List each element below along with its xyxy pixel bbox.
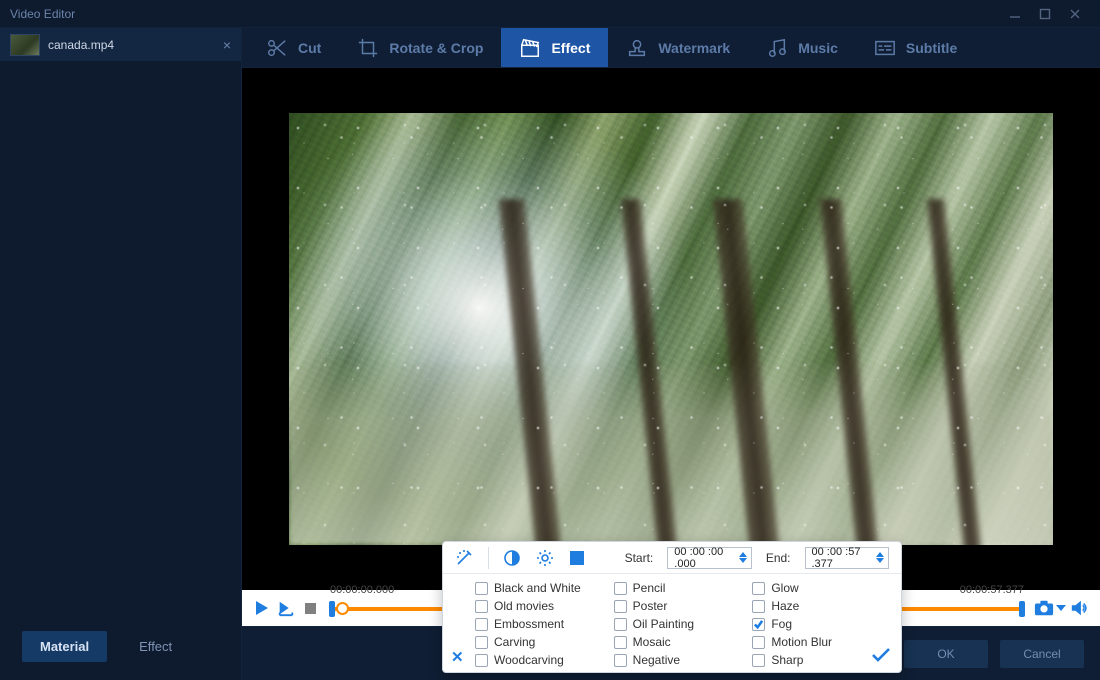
end-time-label: End: bbox=[766, 551, 791, 565]
stamp-icon bbox=[626, 37, 648, 59]
effect-option-mosaic[interactable]: Mosaic bbox=[614, 634, 753, 650]
effect-option-label: Motion Blur bbox=[771, 635, 832, 649]
toolbar: Cut Rotate & Crop Effect Watermark bbox=[242, 28, 1100, 68]
effect-option-label: Negative bbox=[633, 653, 680, 667]
checkbox[interactable] bbox=[752, 636, 765, 649]
effect-option-oil-painting[interactable]: Oil Painting bbox=[614, 616, 753, 632]
tool-watermark[interactable]: Watermark bbox=[608, 28, 748, 67]
titlebar: Video Editor bbox=[0, 0, 1100, 28]
effect-option-fog[interactable]: Fog bbox=[752, 616, 891, 632]
effect-option-label: Fog bbox=[771, 617, 792, 631]
effect-option-label: Glow bbox=[771, 581, 798, 595]
effect-option-haze[interactable]: Haze bbox=[752, 598, 891, 614]
tool-effect[interactable]: Effect bbox=[501, 28, 608, 67]
file-thumbnail bbox=[10, 34, 40, 56]
checkbox[interactable] bbox=[614, 600, 627, 613]
effect-option-label: Haze bbox=[771, 599, 799, 613]
scissors-icon bbox=[266, 37, 288, 59]
file-tab-close-icon[interactable]: × bbox=[223, 37, 231, 53]
end-time-spinner[interactable] bbox=[876, 552, 884, 563]
effect-option-label: Mosaic bbox=[633, 635, 671, 649]
start-time-input[interactable]: 00 :00 :00 .000 bbox=[667, 547, 752, 569]
color-fill-button[interactable] bbox=[568, 547, 587, 569]
effect-option-label: Woodcarving bbox=[494, 653, 564, 667]
checkbox[interactable] bbox=[475, 636, 488, 649]
note-icon bbox=[766, 37, 788, 59]
checkbox[interactable] bbox=[475, 600, 488, 613]
checkbox[interactable] bbox=[752, 618, 765, 631]
sidebar-tab-material[interactable]: Material bbox=[22, 631, 107, 662]
effect-option-label: Carving bbox=[494, 635, 535, 649]
range-handle-left[interactable] bbox=[329, 601, 335, 617]
effect-option-old-movies[interactable]: Old movies bbox=[475, 598, 614, 614]
stop-icon bbox=[305, 603, 316, 614]
sidebar-tab-effect[interactable]: Effect bbox=[121, 631, 190, 662]
playhead[interactable] bbox=[336, 602, 349, 615]
effect-option-label: Oil Painting bbox=[633, 617, 694, 631]
effect-panel-close[interactable]: ✕ bbox=[451, 648, 464, 666]
checkbox[interactable] bbox=[752, 654, 765, 667]
volume-dropdown-icon[interactable] bbox=[1056, 605, 1066, 611]
tool-subtitle[interactable]: Subtitle bbox=[856, 28, 975, 67]
app-title: Video Editor bbox=[10, 7, 75, 21]
preview-area bbox=[242, 68, 1100, 590]
effect-option-label: Poster bbox=[633, 599, 668, 613]
cancel-button[interactable]: Cancel bbox=[1000, 640, 1084, 668]
effect-option-label: Old movies bbox=[494, 599, 554, 613]
effect-option-woodcarving[interactable]: Woodcarving bbox=[475, 652, 614, 668]
effect-option-pencil[interactable]: Pencil bbox=[614, 580, 753, 596]
effect-option-label: Embossment bbox=[494, 617, 564, 631]
effect-option-glow[interactable]: Glow bbox=[752, 580, 891, 596]
range-handle-right[interactable] bbox=[1019, 601, 1025, 617]
checkbox[interactable] bbox=[614, 636, 627, 649]
effect-panel: Start: 00 :00 :00 .000 End: 00 :00 :57 .… bbox=[442, 541, 902, 673]
checkbox[interactable] bbox=[475, 654, 488, 667]
tool-rotate-crop[interactable]: Rotate & Crop bbox=[339, 28, 501, 67]
color-square-icon bbox=[570, 551, 584, 565]
magic-wand-button[interactable] bbox=[455, 547, 474, 569]
volume-button[interactable] bbox=[1068, 596, 1092, 620]
checkbox[interactable] bbox=[752, 600, 765, 613]
video-preview[interactable] bbox=[289, 113, 1053, 545]
end-time-input[interactable]: 00 :00 :57 .377 bbox=[805, 547, 890, 569]
checkbox[interactable] bbox=[614, 654, 627, 667]
effect-option-label: Sharp bbox=[771, 653, 803, 667]
clapboard-icon bbox=[519, 37, 541, 59]
sidebar-tabs: Material Effect bbox=[0, 621, 241, 680]
file-name: canada.mp4 bbox=[48, 38, 114, 52]
stop-button[interactable] bbox=[298, 596, 322, 620]
effect-panel-apply[interactable] bbox=[871, 647, 891, 666]
effect-option-carving[interactable]: Carving bbox=[475, 634, 614, 650]
subtitle-icon bbox=[874, 37, 896, 59]
file-tab[interactable]: canada.mp4 × bbox=[0, 28, 241, 62]
checkbox[interactable] bbox=[475, 582, 488, 595]
start-time-spinner[interactable] bbox=[739, 552, 747, 563]
tool-cut[interactable]: Cut bbox=[248, 28, 339, 67]
brightness-button[interactable] bbox=[535, 547, 554, 569]
snapshot-button[interactable] bbox=[1032, 596, 1056, 620]
effect-option-black-and-white[interactable]: Black and White bbox=[475, 580, 614, 596]
checkbox[interactable] bbox=[614, 618, 627, 631]
close-button[interactable] bbox=[1060, 0, 1090, 28]
tool-music[interactable]: Music bbox=[748, 28, 856, 67]
checkbox[interactable] bbox=[475, 618, 488, 631]
crop-icon bbox=[357, 37, 379, 59]
checkbox[interactable] bbox=[752, 582, 765, 595]
effect-option-label: Pencil bbox=[633, 581, 666, 595]
effect-option-negative[interactable]: Negative bbox=[614, 652, 753, 668]
maximize-button[interactable] bbox=[1030, 0, 1060, 28]
effect-option-poster[interactable]: Poster bbox=[614, 598, 753, 614]
effect-option-label: Black and White bbox=[494, 581, 581, 595]
checkbox[interactable] bbox=[614, 582, 627, 595]
sidebar: canada.mp4 × Material Effect bbox=[0, 28, 242, 680]
start-time-label: Start: bbox=[625, 551, 654, 565]
play-range-button[interactable] bbox=[274, 596, 298, 620]
effect-option-embossment[interactable]: Embossment bbox=[475, 616, 614, 632]
play-button[interactable] bbox=[250, 596, 274, 620]
minimize-button[interactable] bbox=[1000, 0, 1030, 28]
ok-button[interactable]: OK bbox=[904, 640, 988, 668]
contrast-button[interactable] bbox=[503, 547, 522, 569]
